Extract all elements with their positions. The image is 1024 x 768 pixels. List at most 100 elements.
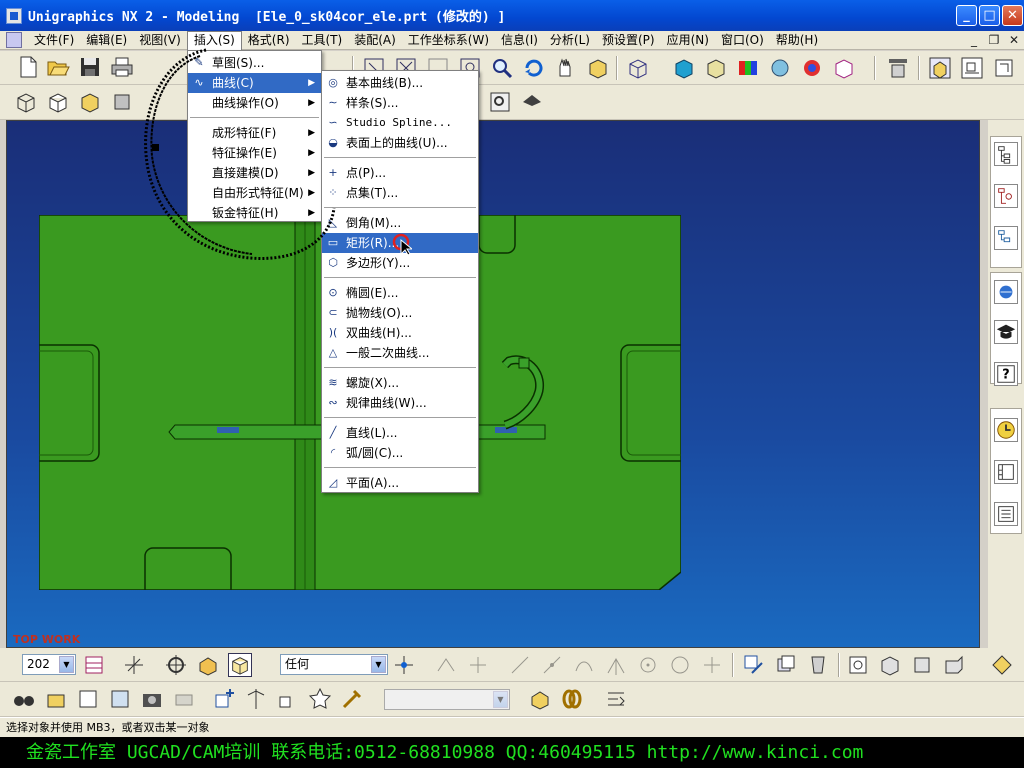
snap-control-icon[interactable] — [540, 653, 564, 677]
menu-insert[interactable]: 插入(S) — [186, 30, 242, 50]
curve-on-surface-item[interactable]: ◒ 表面上的曲线(U)... — [322, 133, 478, 153]
shaded-edges-icon[interactable] — [704, 56, 728, 80]
insert-feature-operation-item[interactable]: 特征操作(E) ▶ — [188, 143, 321, 163]
snap-curve-icon[interactable] — [572, 653, 596, 677]
minimize-button[interactable]: _ — [956, 5, 977, 26]
dropdown-arrow-icon[interactable]: ▼ — [371, 656, 386, 673]
insert-sheet-metal-item[interactable]: 钣金特征(H) ▶ — [188, 203, 321, 223]
insert-form-feature-item[interactable]: 成形特征(F) ▶ — [188, 123, 321, 143]
plane-item[interactable]: ◿ 平面(A)... — [322, 473, 478, 493]
general-conic-item[interactable]: △ 一般二次曲线... — [322, 343, 478, 363]
modeling-app-icon[interactable] — [928, 56, 952, 80]
block-icon[interactable] — [78, 90, 102, 114]
mate-component-icon[interactable] — [244, 687, 268, 711]
insert-direct-modeling-item[interactable]: 直接建模(D) ▶ — [188, 163, 321, 183]
help-icon[interactable]: ? — [994, 362, 1018, 386]
point-set-item[interactable]: ⁘ 点集(T)... — [322, 183, 478, 203]
view-orient-icon[interactable] — [990, 653, 1014, 677]
assembly-navigator-icon[interactable] — [994, 142, 1018, 166]
menu-tools[interactable]: 工具(T) — [296, 31, 349, 50]
menu-assemblies[interactable]: 装配(A) — [348, 31, 402, 50]
chamfer-item[interactable]: ◺ 倒角(M)... — [322, 213, 478, 233]
insert-sketch-item[interactable]: ✎ 草图(S)... — [188, 53, 321, 73]
polygon-item[interactable]: ⬡ 多边形(Y)... — [322, 253, 478, 273]
cylinder-wire-icon[interactable] — [46, 90, 70, 114]
document-icon[interactable] — [6, 32, 22, 48]
crosshair-icon[interactable] — [164, 653, 188, 677]
layer-select[interactable]: 202 ▼ — [22, 654, 76, 675]
block-wire-icon[interactable] — [14, 90, 38, 114]
spline-item[interactable]: ∼ 样条(S)... — [322, 93, 478, 113]
snap-end-icon[interactable] — [434, 653, 458, 677]
studio-spline-item[interactable]: ∽ Studio Spline... — [322, 113, 478, 133]
dropdown-arrow-icon[interactable]: ▼ — [59, 656, 74, 673]
snap-point-icon[interactable] — [392, 653, 416, 677]
menu-information[interactable]: 信息(I) — [495, 31, 544, 50]
save-icon[interactable] — [78, 55, 102, 79]
menu-view[interactable]: 视图(V) — [133, 31, 187, 50]
drafting-app-icon[interactable] — [960, 56, 984, 80]
doc-minimize-button[interactable]: _ — [966, 33, 982, 47]
menu-wcs[interactable]: 工作坐标系(W) — [402, 31, 495, 50]
menu-help[interactable]: 帮助(H) — [770, 31, 824, 50]
eye-view-icon[interactable] — [520, 90, 544, 114]
snap-center-icon[interactable] — [636, 653, 660, 677]
menu-format[interactable]: 格式(R) — [242, 31, 296, 50]
add-component-icon[interactable] — [212, 687, 236, 711]
wireframe-icon[interactable] — [626, 56, 650, 80]
magnify-icon[interactable] — [490, 56, 514, 80]
wcs-icon[interactable] — [122, 653, 146, 677]
doc-restore-button[interactable]: ❐ — [986, 33, 1002, 47]
hyperbola-item[interactable]: )(双曲线(H)... — [322, 323, 478, 343]
explode-icon[interactable] — [308, 687, 332, 711]
arc-circle-item[interactable]: ◜ 弧/圆(C)... — [322, 443, 478, 463]
sheet-icon[interactable] — [110, 90, 134, 114]
close-button[interactable]: ✕ — [1002, 5, 1023, 26]
parabola-item[interactable]: ⊂ 抛物线(O)... — [322, 303, 478, 323]
training-icon[interactable] — [994, 320, 1018, 344]
perspective-icon[interactable] — [586, 56, 610, 80]
line-item[interactable]: ╱ 直线(L)... — [322, 423, 478, 443]
helix-item[interactable]: ≋ 螺旋(X)... — [322, 373, 478, 393]
point-item[interactable]: + 点(P)... — [322, 163, 478, 183]
snap-line-icon[interactable] — [508, 653, 532, 677]
web-browser-icon[interactable] — [994, 280, 1018, 304]
make-work-part-icon[interactable] — [528, 687, 552, 711]
basic-curves-item[interactable]: ◎ 基本曲线(B)... — [322, 73, 478, 93]
layer-settings-icon[interactable] — [886, 56, 910, 80]
snap-existing-point-icon[interactable] — [700, 653, 724, 677]
law-curve-item[interactable]: ∾ 规律曲线(W)... — [322, 393, 478, 413]
new-file-icon[interactable] — [16, 55, 40, 79]
pan-icon[interactable] — [554, 56, 578, 80]
constraint-navigator-icon[interactable] — [994, 226, 1018, 250]
right-view-icon[interactable] — [942, 653, 966, 677]
blank-icon[interactable] — [774, 653, 798, 677]
find-icon[interactable] — [12, 687, 36, 711]
reference-set-select[interactable]: ▼ — [384, 689, 510, 710]
doc-close-button[interactable]: ✕ — [1006, 33, 1022, 47]
system-materials-icon[interactable] — [994, 502, 1018, 526]
open-file-icon[interactable] — [46, 55, 70, 79]
edit-object-display-icon[interactable] — [742, 653, 766, 677]
menu-file[interactable]: 文件(F) — [28, 31, 80, 50]
top-view-icon[interactable] — [910, 653, 934, 677]
wave-link-icon[interactable] — [340, 687, 364, 711]
gateway-app-icon[interactable] — [992, 56, 1016, 80]
info-object-icon[interactable] — [76, 687, 100, 711]
snap-quadrant-icon[interactable] — [668, 653, 692, 677]
measure-icon[interactable] — [108, 687, 132, 711]
reposition-icon[interactable] — [276, 687, 300, 711]
menu-application[interactable]: 应用(N) — [661, 31, 715, 50]
dropdown-arrow-icon[interactable]: ▼ — [493, 691, 508, 708]
history-clock-icon[interactable] — [994, 418, 1018, 442]
front-view-icon[interactable] — [846, 653, 870, 677]
print-icon[interactable] — [110, 55, 134, 79]
palette-icon[interactable] — [994, 460, 1018, 484]
print-screen-icon[interactable] — [172, 687, 196, 711]
insert-free-form-item[interactable]: 自由形式特征(M) ▶ — [188, 183, 321, 203]
ellipse-item[interactable]: ⊙ 椭圆(E)... — [322, 283, 478, 303]
type-filter-select[interactable]: 任何 ▼ — [280, 654, 388, 675]
link-icon[interactable] — [560, 687, 584, 711]
hidden-edges-icon[interactable] — [832, 56, 856, 80]
unblank-icon[interactable] — [806, 653, 830, 677]
